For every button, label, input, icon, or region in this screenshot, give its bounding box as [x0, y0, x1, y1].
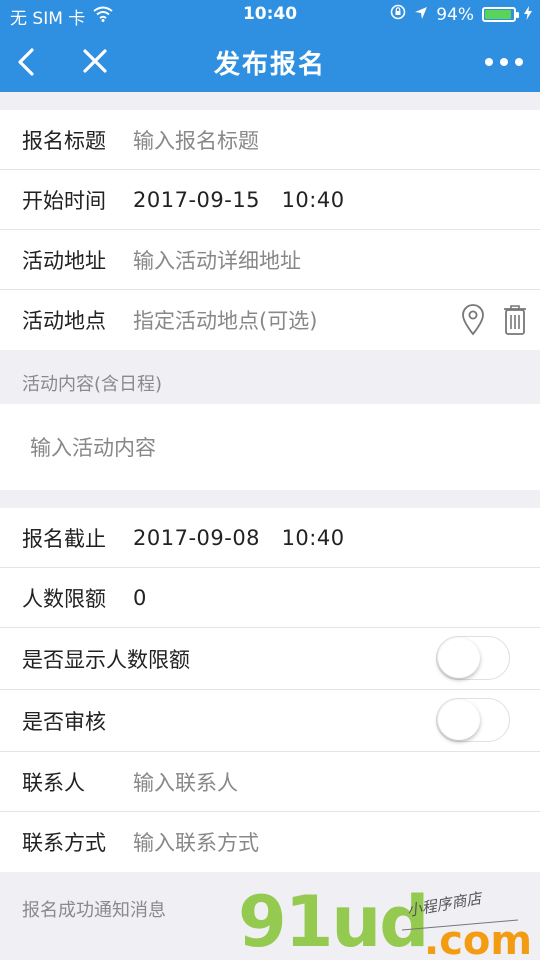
- limit-row[interactable]: 人数限额 0: [0, 568, 540, 628]
- status-bar: 无 SIM 卡 10:40 94%: [0, 0, 540, 30]
- contact-method-row[interactable]: 联系方式 输入联系方式: [0, 812, 540, 872]
- toggle-knob: [438, 700, 480, 740]
- field-label: 开始时间: [22, 188, 106, 213]
- form-group-bottom: 报名截止 2017-09-08 10:40 人数限额 0 是否显示人数限额 是否…: [0, 508, 540, 872]
- content-input[interactable]: 输入活动内容: [0, 404, 540, 490]
- field-label: 联系人: [22, 770, 85, 795]
- start-time-row[interactable]: 开始时间 2017-09-15 10:40: [0, 170, 540, 230]
- more-dots-icon[interactable]: [482, 42, 526, 82]
- review-row: 是否审核: [0, 690, 540, 752]
- page-title: 发布报名: [213, 50, 326, 80]
- field-label: 活动地点: [22, 309, 106, 333]
- notify-section-title: 报名成功通知消息: [22, 900, 166, 921]
- field-label: 是否审核: [22, 709, 106, 734]
- location-arrow-icon: [414, 5, 428, 25]
- content-section-title: 活动内容(含日程): [22, 374, 163, 395]
- form-group-top: 报名标题 输入报名标题 开始时间 2017-09-15 10:40 活动地址 输…: [0, 110, 540, 350]
- deadline-row[interactable]: 报名截止 2017-09-08 10:40: [0, 508, 540, 568]
- contact-method-input[interactable]: 输入联系方式: [133, 827, 259, 857]
- location-actions: [460, 304, 528, 340]
- trash-icon[interactable]: [502, 304, 528, 340]
- charging-icon: [524, 5, 532, 25]
- location-row[interactable]: 活动地点 指定活动地点(可选): [0, 290, 540, 350]
- battery-fill: [485, 10, 512, 19]
- contact-input[interactable]: 输入联系人: [133, 767, 238, 797]
- show-limit-row: 是否显示人数限额: [0, 628, 540, 690]
- contact-row[interactable]: 联系人 输入联系人: [0, 752, 540, 812]
- location-input[interactable]: 指定活动地点(可选): [133, 305, 317, 335]
- field-label: 联系方式: [22, 831, 106, 855]
- field-label: 是否显示人数限额: [22, 647, 190, 672]
- address-row[interactable]: 活动地址 输入活动详细地址: [0, 230, 540, 290]
- start-time-value[interactable]: 2017-09-15 10:40: [133, 188, 345, 212]
- deadline-value[interactable]: 2017-09-08 10:40: [133, 526, 345, 550]
- limit-input[interactable]: 0: [133, 586, 147, 610]
- field-label: 活动地址: [22, 248, 106, 273]
- content-placeholder: 输入活动内容: [30, 436, 156, 460]
- toggle-knob: [438, 638, 480, 678]
- field-label: 报名截止: [22, 526, 106, 551]
- svg-text:91ud: 91ud: [238, 882, 427, 960]
- map-pin-icon[interactable]: [460, 304, 486, 340]
- status-right: 94%: [390, 4, 532, 25]
- title-row[interactable]: 报名标题 输入报名标题: [0, 110, 540, 170]
- address-input[interactable]: 输入活动详细地址: [133, 245, 301, 275]
- battery-percent: 94%: [436, 4, 474, 25]
- show-limit-toggle[interactable]: [436, 636, 510, 680]
- review-toggle[interactable]: [436, 698, 510, 742]
- field-label: 报名标题: [22, 128, 106, 153]
- app-header: 无 SIM 卡 10:40 94% 发布报名: [0, 0, 540, 92]
- svg-text:.com: .com: [424, 918, 532, 960]
- field-label: 人数限额: [22, 586, 106, 611]
- nav-bar: 发布报名: [0, 30, 540, 92]
- title-input[interactable]: 输入报名标题: [133, 125, 259, 155]
- watermark-logo: 91ud 小程序商店 .com: [238, 881, 538, 960]
- orientation-lock-icon: [390, 4, 406, 25]
- battery-icon: [482, 7, 519, 22]
